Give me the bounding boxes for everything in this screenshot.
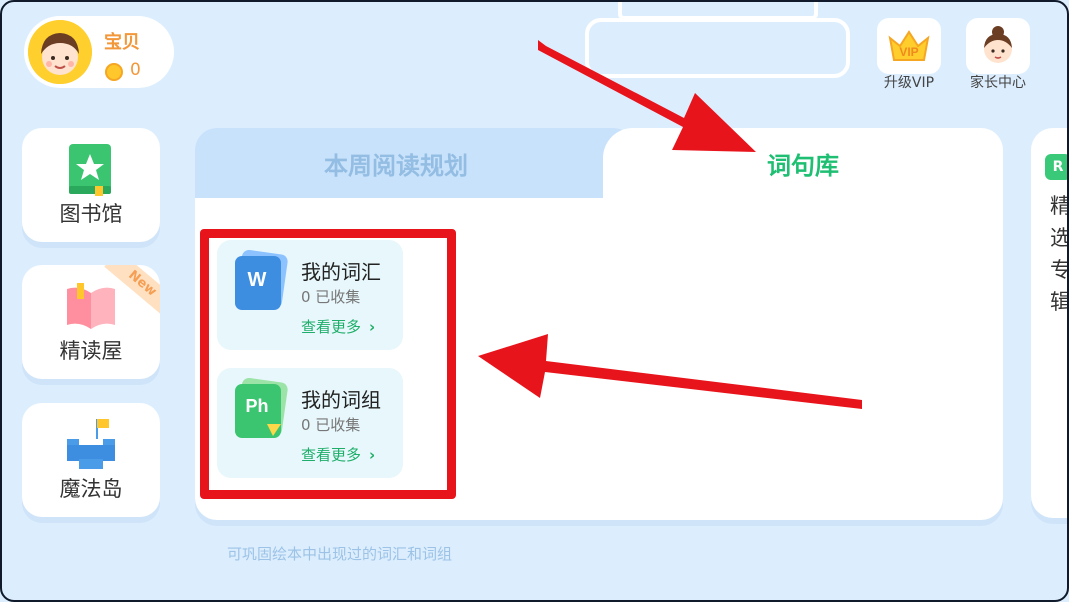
featured-album-card[interactable]: R 精选专辑 bbox=[1031, 128, 1069, 518]
coin-icon bbox=[105, 63, 123, 81]
featured-album-label: 精选专辑 bbox=[1050, 194, 1069, 314]
highlight-box bbox=[200, 229, 456, 499]
upgrade-vip-button[interactable]: VIP 升级VIP bbox=[877, 18, 941, 92]
nav-magic-island-label: 魔法岛 bbox=[59, 477, 123, 501]
upgrade-vip-label: 升级VIP bbox=[883, 75, 935, 91]
nav-intensive-reading[interactable]: New 精读屋 bbox=[22, 265, 160, 379]
avatar[interactable] bbox=[28, 20, 92, 84]
child-avatar-icon bbox=[28, 20, 92, 84]
open-book-icon bbox=[67, 283, 115, 329]
top-banner-slot bbox=[585, 18, 850, 78]
vip-crown-icon: VIP bbox=[877, 18, 941, 74]
top-slot-stem bbox=[618, 0, 818, 20]
profile-name: 宝贝 bbox=[104, 32, 140, 53]
parent-center-label: 家长中心 bbox=[970, 75, 1026, 91]
tab-word-bank[interactable]: 词句库 bbox=[603, 128, 1003, 198]
nav-intensive-reading-label: 精读屋 bbox=[59, 339, 123, 363]
hint-text: 可巩固绘本中出现过的词汇和词组 bbox=[227, 545, 453, 563]
album-badge-icon: R bbox=[1045, 154, 1069, 180]
coin-count: 0 bbox=[130, 60, 141, 80]
tab-weekly-plan[interactable]: 本周阅读规划 bbox=[195, 128, 635, 198]
nav-library-label: 图书馆 bbox=[59, 202, 123, 226]
parent-center-button[interactable]: 家长中心 bbox=[966, 18, 1030, 92]
nav-magic-island[interactable]: 魔法岛 bbox=[22, 403, 160, 517]
parent-avatar-icon bbox=[966, 18, 1030, 74]
profile-card[interactable]: 宝贝 0 bbox=[24, 16, 174, 88]
castle-flag-icon bbox=[67, 419, 115, 469]
nav-library[interactable]: 图书馆 bbox=[22, 128, 160, 242]
tab-weekly-plan-label: 本周阅读规划 bbox=[324, 152, 468, 180]
tab-word-bank-label: 词句库 bbox=[767, 152, 839, 180]
book-star-icon bbox=[69, 144, 111, 196]
svg-text:VIP: VIP bbox=[899, 45, 918, 59]
album-badge-letter: R bbox=[1052, 159, 1064, 175]
